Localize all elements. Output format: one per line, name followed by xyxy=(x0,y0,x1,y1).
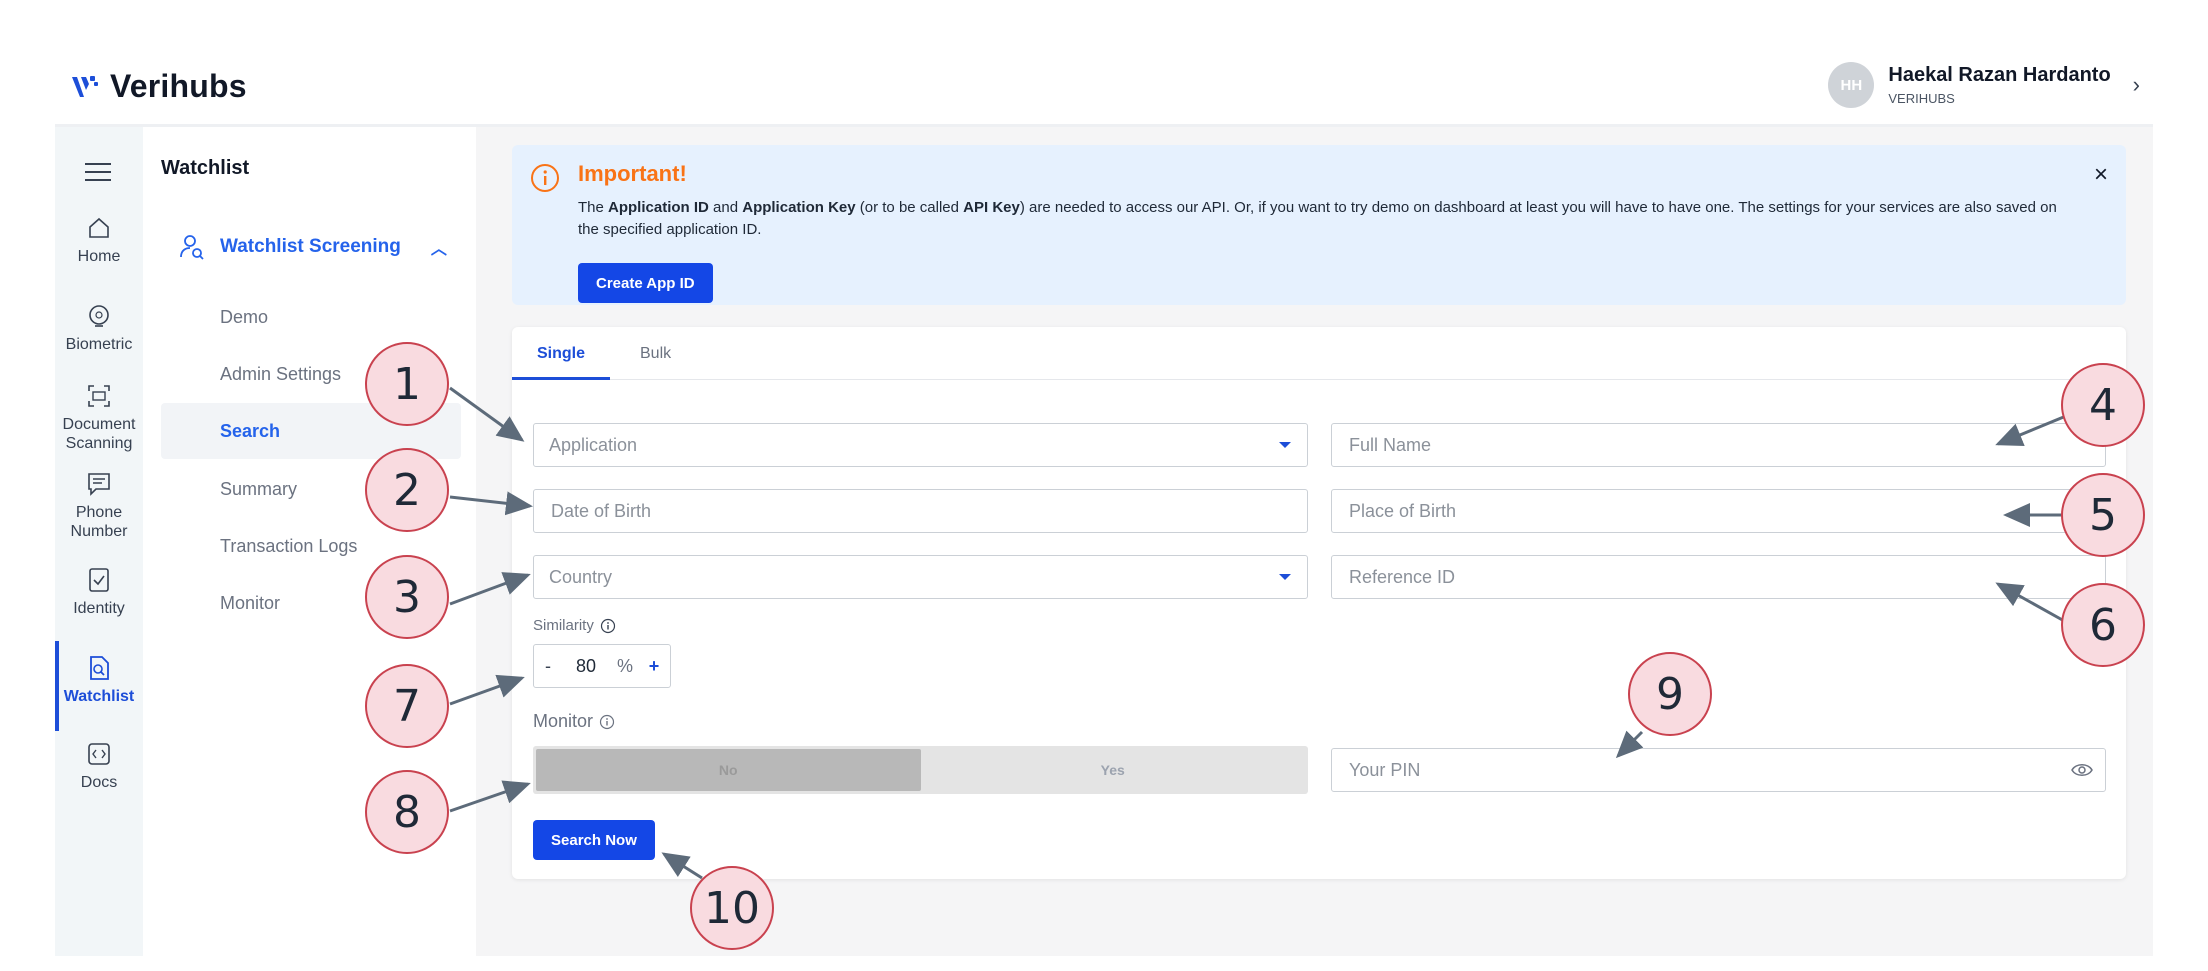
pob-input[interactable] xyxy=(1347,491,2090,532)
search-now-button[interactable]: Search Now xyxy=(533,820,655,860)
submenu-group-label: Watchlist Screening xyxy=(220,236,401,257)
reference-id-input[interactable] xyxy=(1347,557,2090,598)
brand-name: Verihubs xyxy=(110,68,247,104)
rail-item-watchlist[interactable]: Watchlist xyxy=(55,641,143,731)
dob-input[interactable] xyxy=(549,491,1292,532)
home-icon xyxy=(89,217,109,238)
info-icon xyxy=(531,164,559,192)
annotation-4: 4 xyxy=(2061,363,2145,447)
submenu-title: Watchlist xyxy=(161,157,250,179)
country-select[interactable]: Country xyxy=(533,555,1308,599)
chevron-right-icon[interactable]: › xyxy=(2133,72,2140,98)
dob-field[interactable] xyxy=(533,489,1308,533)
main-content: Important! The Application ID and Applic… xyxy=(476,127,2153,956)
avatar: HH xyxy=(1828,62,1875,108)
message-icon xyxy=(88,473,110,496)
similarity-stepper: - 80 % + xyxy=(533,644,671,688)
annotation-3: 3 xyxy=(365,555,449,639)
full-name-input[interactable] xyxy=(1347,425,2090,466)
rail-item-home[interactable]: Home xyxy=(55,215,143,266)
user-name: Haekal Razan Hardanto xyxy=(1888,64,2111,86)
rail-item-label: Identity xyxy=(73,600,125,617)
percent-unit: % xyxy=(616,655,633,676)
decrement-button[interactable]: - xyxy=(534,656,562,677)
rail-item-label: Watchlist xyxy=(63,688,135,705)
application-select[interactable]: Application xyxy=(533,423,1308,467)
verihubs-logo-icon xyxy=(72,75,98,97)
country-placeholder: Country xyxy=(549,567,613,587)
monitor-label: Monitor xyxy=(533,711,615,732)
reference-id-field[interactable] xyxy=(1331,555,2106,599)
rail-item-docs[interactable]: Docs xyxy=(55,741,143,792)
rail-item-label: Phone Number xyxy=(70,504,128,540)
rail-item-identity[interactable]: Identity xyxy=(55,567,143,618)
user-menu[interactable]: HH Haekal Razan Hardanto VERIHUBS › xyxy=(1828,62,2140,108)
pin-input[interactable] xyxy=(1347,750,2031,791)
pob-field[interactable] xyxy=(1331,489,2106,533)
watchlist-document-icon xyxy=(90,656,109,680)
info-circle-icon[interactable] xyxy=(599,714,615,730)
full-name-field[interactable] xyxy=(1331,423,2106,467)
pin-field[interactable] xyxy=(1331,748,2106,792)
chevron-down-icon xyxy=(1279,574,1291,580)
identity-check-icon xyxy=(89,568,109,592)
brand-logo[interactable]: Verihubs xyxy=(70,68,247,105)
annotation-1: 1 xyxy=(365,342,449,426)
rail-item-phone-number[interactable]: Phone Number xyxy=(55,471,143,541)
tab-bulk[interactable]: Bulk xyxy=(640,327,700,380)
annotation-8: 8 xyxy=(365,770,449,854)
tab-bar: Single Bulk xyxy=(512,327,2126,380)
rail-item-label: Biometric xyxy=(65,336,133,353)
annotation-7: 7 xyxy=(365,664,449,748)
annotation-5: 5 xyxy=(2061,473,2145,557)
important-alert: Important! The Application ID and Applic… xyxy=(512,145,2126,305)
monitor-option-yes[interactable]: Yes xyxy=(921,749,1306,791)
hamburger-menu-icon[interactable] xyxy=(85,163,111,187)
scan-icon xyxy=(88,385,110,407)
monitor-toggle: No Yes xyxy=(533,746,1308,794)
info-circle-icon[interactable] xyxy=(600,618,616,634)
biometric-icon xyxy=(89,305,109,327)
submenu-item-demo[interactable]: Demo xyxy=(143,289,443,345)
similarity-label: Similarity xyxy=(533,617,616,634)
rail-item-label: Home xyxy=(77,248,121,265)
alert-title: Important! xyxy=(578,161,687,186)
annotation-2: 2 xyxy=(365,448,449,532)
code-icon xyxy=(88,743,110,765)
chevron-up-icon[interactable]: ︿ xyxy=(431,235,447,259)
alert-text: The Application ID and Application Key (… xyxy=(578,199,2057,238)
icon-rail: Home Biometric Document Scanning Phone N… xyxy=(55,127,143,956)
close-icon[interactable]: × xyxy=(2094,161,2108,189)
annotation-9: 9 xyxy=(1628,652,1712,736)
increment-button[interactable]: + xyxy=(640,656,668,677)
user-org: VERIHUBS xyxy=(1888,91,1955,106)
monitor-option-no[interactable]: No xyxy=(536,749,921,791)
user-search-icon xyxy=(180,235,204,260)
similarity-value[interactable]: 80 xyxy=(562,656,610,677)
eye-icon[interactable] xyxy=(2071,761,2093,779)
chevron-down-icon xyxy=(1279,442,1291,448)
user-info: Haekal Razan Hardanto VERIHUBS xyxy=(1888,64,2110,106)
annotation-10: 10 xyxy=(690,866,774,950)
rail-item-biometric[interactable]: Biometric xyxy=(55,303,143,354)
rail-item-document-scanning[interactable]: Document Scanning xyxy=(55,383,143,453)
application-placeholder: Application xyxy=(549,435,638,455)
search-form-card: Single Bulk Application Country xyxy=(512,327,2126,879)
submenu-group-watchlist-screening[interactable]: Watchlist Screening ︿ xyxy=(178,233,447,261)
rail-item-label: Docs xyxy=(80,774,118,791)
create-app-id-button[interactable]: Create App ID xyxy=(578,263,713,303)
annotation-6: 6 xyxy=(2061,583,2145,667)
tab-single[interactable]: Single xyxy=(512,327,610,380)
rail-item-label: Document Scanning xyxy=(62,416,136,452)
